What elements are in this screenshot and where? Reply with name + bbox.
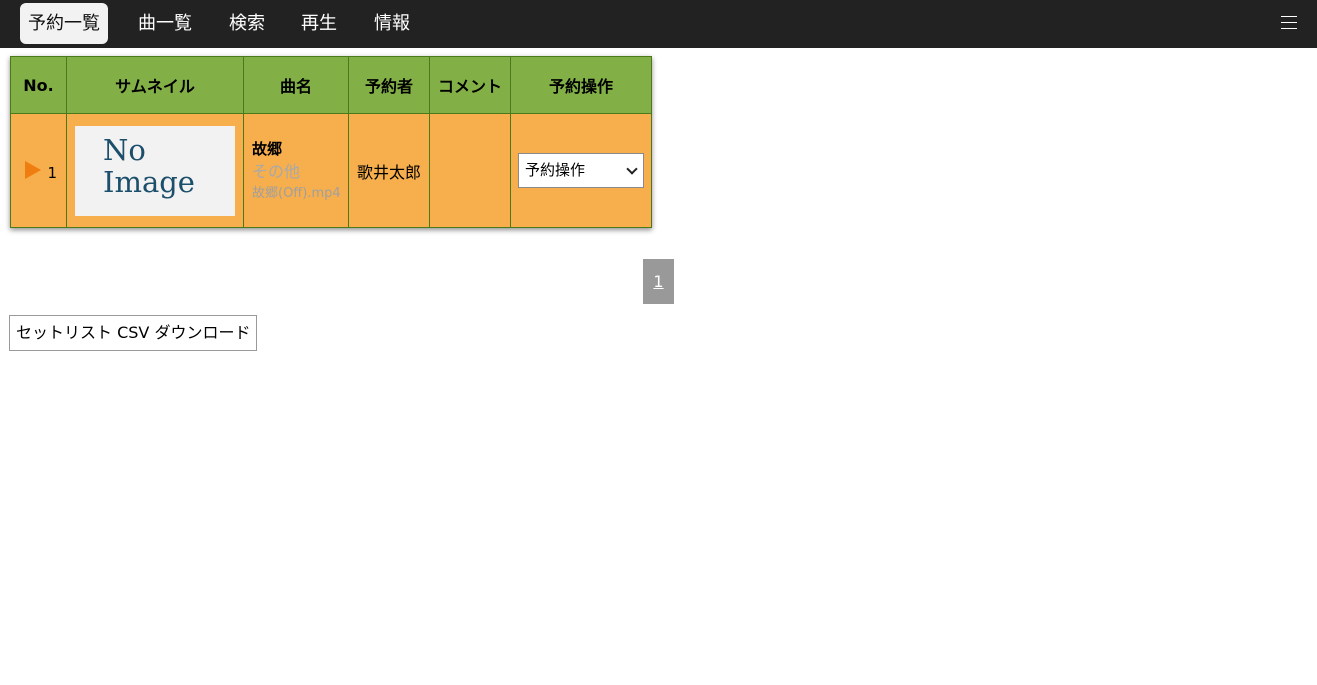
header-comment: コメント [429, 56, 511, 114]
reservation-operation-select[interactable]: 予約操作 [518, 153, 644, 188]
row-user-cell: 歌井太郎 [348, 113, 430, 228]
header-thumbnail: サムネイル [66, 56, 244, 114]
nav-reservations[interactable]: 予約一覧 [20, 3, 108, 44]
nav-search[interactable]: 検索 [221, 3, 273, 44]
nav-info[interactable]: 情報 [366, 3, 418, 44]
header-title: 曲名 [243, 56, 349, 114]
setlist-csv-download-button[interactable]: セットリスト CSV ダウンロード [9, 315, 258, 351]
row-title-cell: 故郷 その他 故郷(Off).mp4 [243, 113, 349, 228]
thumbnail-text-line1: No [103, 132, 146, 167]
nav-play[interactable]: 再生 [293, 3, 345, 44]
song-genre: その他 [252, 161, 301, 181]
reservation-table: No. サムネイル 曲名 予約者 コメント 予約操作 1 No Image 故郷… [10, 56, 652, 228]
song-filename: 故郷(Off).mp4 [252, 185, 341, 201]
header-operation: 予約操作 [510, 56, 652, 114]
table-header-row: No. サムネイル 曲名 予約者 コメント 予約操作 [10, 56, 652, 114]
row-comment-cell [429, 113, 511, 228]
operation-select-value: 予約操作 [525, 161, 586, 179]
row-operation-cell: 予約操作 [510, 113, 652, 228]
song-title: 故郷 [252, 139, 283, 158]
pagination-page-1[interactable]: 1 [643, 259, 674, 304]
row-thumbnail-cell: No Image [66, 113, 244, 228]
thumbnail-image: No Image [75, 125, 235, 216]
hamburger-menu-icon[interactable] [1281, 14, 1297, 32]
header-no: No. [10, 56, 67, 114]
top-navbar: 予約一覧 曲一覧 検索 再生 情報 [0, 0, 1317, 48]
header-user: 予約者 [348, 56, 430, 114]
chevron-down-icon [626, 163, 638, 175]
table-row: 1 No Image 故郷 その他 故郷(Off).mp4 歌井太郎 予約操作 [10, 113, 652, 228]
now-playing-icon [25, 161, 41, 179]
row-number: 1 [47, 163, 57, 182]
nav-songs[interactable]: 曲一覧 [130, 3, 200, 44]
row-no-cell: 1 [10, 113, 67, 228]
thumbnail-text-line2: Image [103, 164, 195, 199]
